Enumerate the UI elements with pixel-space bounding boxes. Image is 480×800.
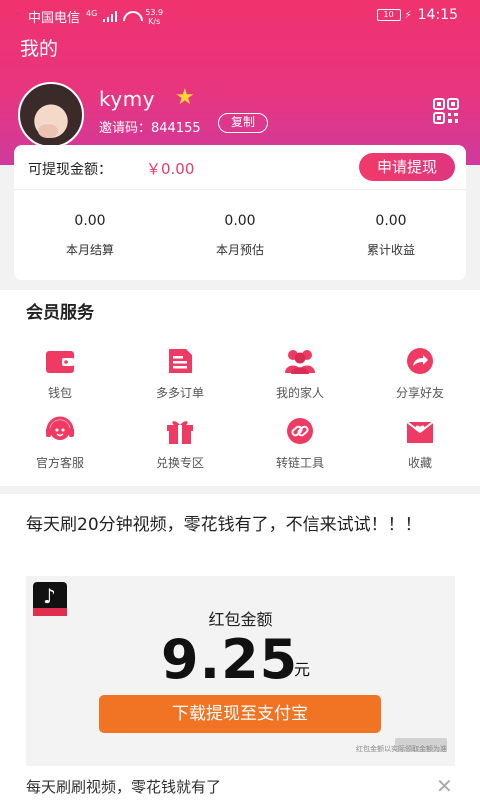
copy-button[interactable]: 复制 xyxy=(218,113,268,133)
ad-disclaimer: 红包金额以实际领取金额为准 xyxy=(356,745,447,753)
stat-label: 累计收益 xyxy=(366,243,415,257)
charging-icon: ⚡ xyxy=(404,9,412,21)
family-icon xyxy=(285,350,315,374)
service-label: 收藏 xyxy=(407,456,432,470)
username: kymy xyxy=(99,87,156,111)
status-bar: 中国电信 4G 53.9 K/s 10 ⚡ 14:15 xyxy=(0,0,480,30)
service-customer-support[interactable]: 官方客服 xyxy=(10,416,110,471)
services-title: 会员服务 xyxy=(26,303,94,323)
close-icon[interactable]: ✕ xyxy=(436,776,453,796)
stat-monthly-estimate[interactable]: 0.00 本月预估 xyxy=(180,213,300,258)
service-label: 兑换专区 xyxy=(155,456,204,470)
wallet-icon xyxy=(46,351,74,373)
stat-value: 0.00 xyxy=(74,213,106,229)
ad-subtitle: 每天刷刷视频，零花钱就有了 xyxy=(26,778,222,796)
red-packet-amount: 9.25 xyxy=(161,628,299,691)
stat-value: 0.00 xyxy=(375,213,407,229)
service-favorites[interactable]: 收藏 xyxy=(370,416,470,471)
service-family[interactable]: 我的家人 xyxy=(250,346,350,401)
stat-monthly-settled[interactable]: 0.00 本月结算 xyxy=(30,213,150,258)
gift-icon xyxy=(167,421,193,444)
battery-icon: 10 xyxy=(376,9,401,21)
service-label: 官方客服 xyxy=(35,456,84,470)
member-services: 会员服务 钱包 多多订单 我的家人 分享好友 官方客服 兑换专区 转链工具 收藏 xyxy=(0,290,480,486)
signal-icon xyxy=(103,11,118,22)
qr-code-icon[interactable] xyxy=(433,98,459,124)
divider xyxy=(14,189,466,190)
earnings-card: 可提现金额： ￥0.00 申请提现 0.00 本月结算 0.00 本月预估 0.… xyxy=(14,145,466,280)
share-icon xyxy=(407,348,433,374)
headset-icon xyxy=(46,416,74,440)
withdrawable-label: 可提现金额： xyxy=(28,162,112,178)
link-icon xyxy=(287,418,313,444)
ad-headline[interactable]: 每天刷20分钟视频，零花钱有了，不信来试试！！！ xyxy=(26,512,456,538)
stat-total-income[interactable]: 0.00 累计收益 xyxy=(331,213,451,258)
carrier-label: 中国电信 xyxy=(28,11,81,26)
service-label: 我的家人 xyxy=(275,386,324,400)
download-withdraw-button[interactable]: 下载提现至支付宝 xyxy=(99,695,381,733)
network-speed: 53.9 K/s xyxy=(145,7,164,26)
page-title: 我的 xyxy=(20,38,59,60)
service-redeem[interactable]: 兑换专区 xyxy=(130,416,230,471)
service-label: 钱包 xyxy=(47,386,72,400)
order-icon xyxy=(169,349,192,373)
clock: 14:15 xyxy=(417,7,458,23)
service-orders[interactable]: 多多订单 xyxy=(130,346,230,401)
withdraw-button[interactable]: 申请提现 xyxy=(359,153,455,181)
wifi-icon xyxy=(123,11,139,22)
service-label: 分享好友 xyxy=(395,386,444,400)
invite-code: 邀请码：844155 xyxy=(99,121,201,136)
stat-label: 本月预估 xyxy=(215,243,264,257)
service-share[interactable]: 分享好友 xyxy=(370,346,470,401)
red-packet-unit: 元 xyxy=(294,660,311,679)
withdrawable-amount: ￥0.00 xyxy=(146,160,195,178)
avatar[interactable] xyxy=(18,82,84,148)
stat-label: 本月结算 xyxy=(65,243,114,257)
stat-value: 0.00 xyxy=(224,213,256,229)
service-label: 多多订单 xyxy=(155,386,204,400)
red-packet-title: 红包金额 xyxy=(208,610,273,629)
favorite-icon xyxy=(406,421,434,443)
ad-section: 每天刷20分钟视频，零花钱有了，不信来试试！！！ 红包金额 9.25 元 下载提… xyxy=(0,494,480,800)
service-wallet[interactable]: 钱包 xyxy=(10,346,110,401)
service-link-tool[interactable]: 转链工具 xyxy=(250,416,350,471)
network-label: 4G xyxy=(86,9,98,18)
star-icon: ★ xyxy=(175,85,195,110)
ad-banner[interactable]: 红包金额 9.25 元 下载提现至支付宝 红包金额以实际领取金额为准 xyxy=(26,576,455,766)
service-label: 转链工具 xyxy=(275,456,324,470)
